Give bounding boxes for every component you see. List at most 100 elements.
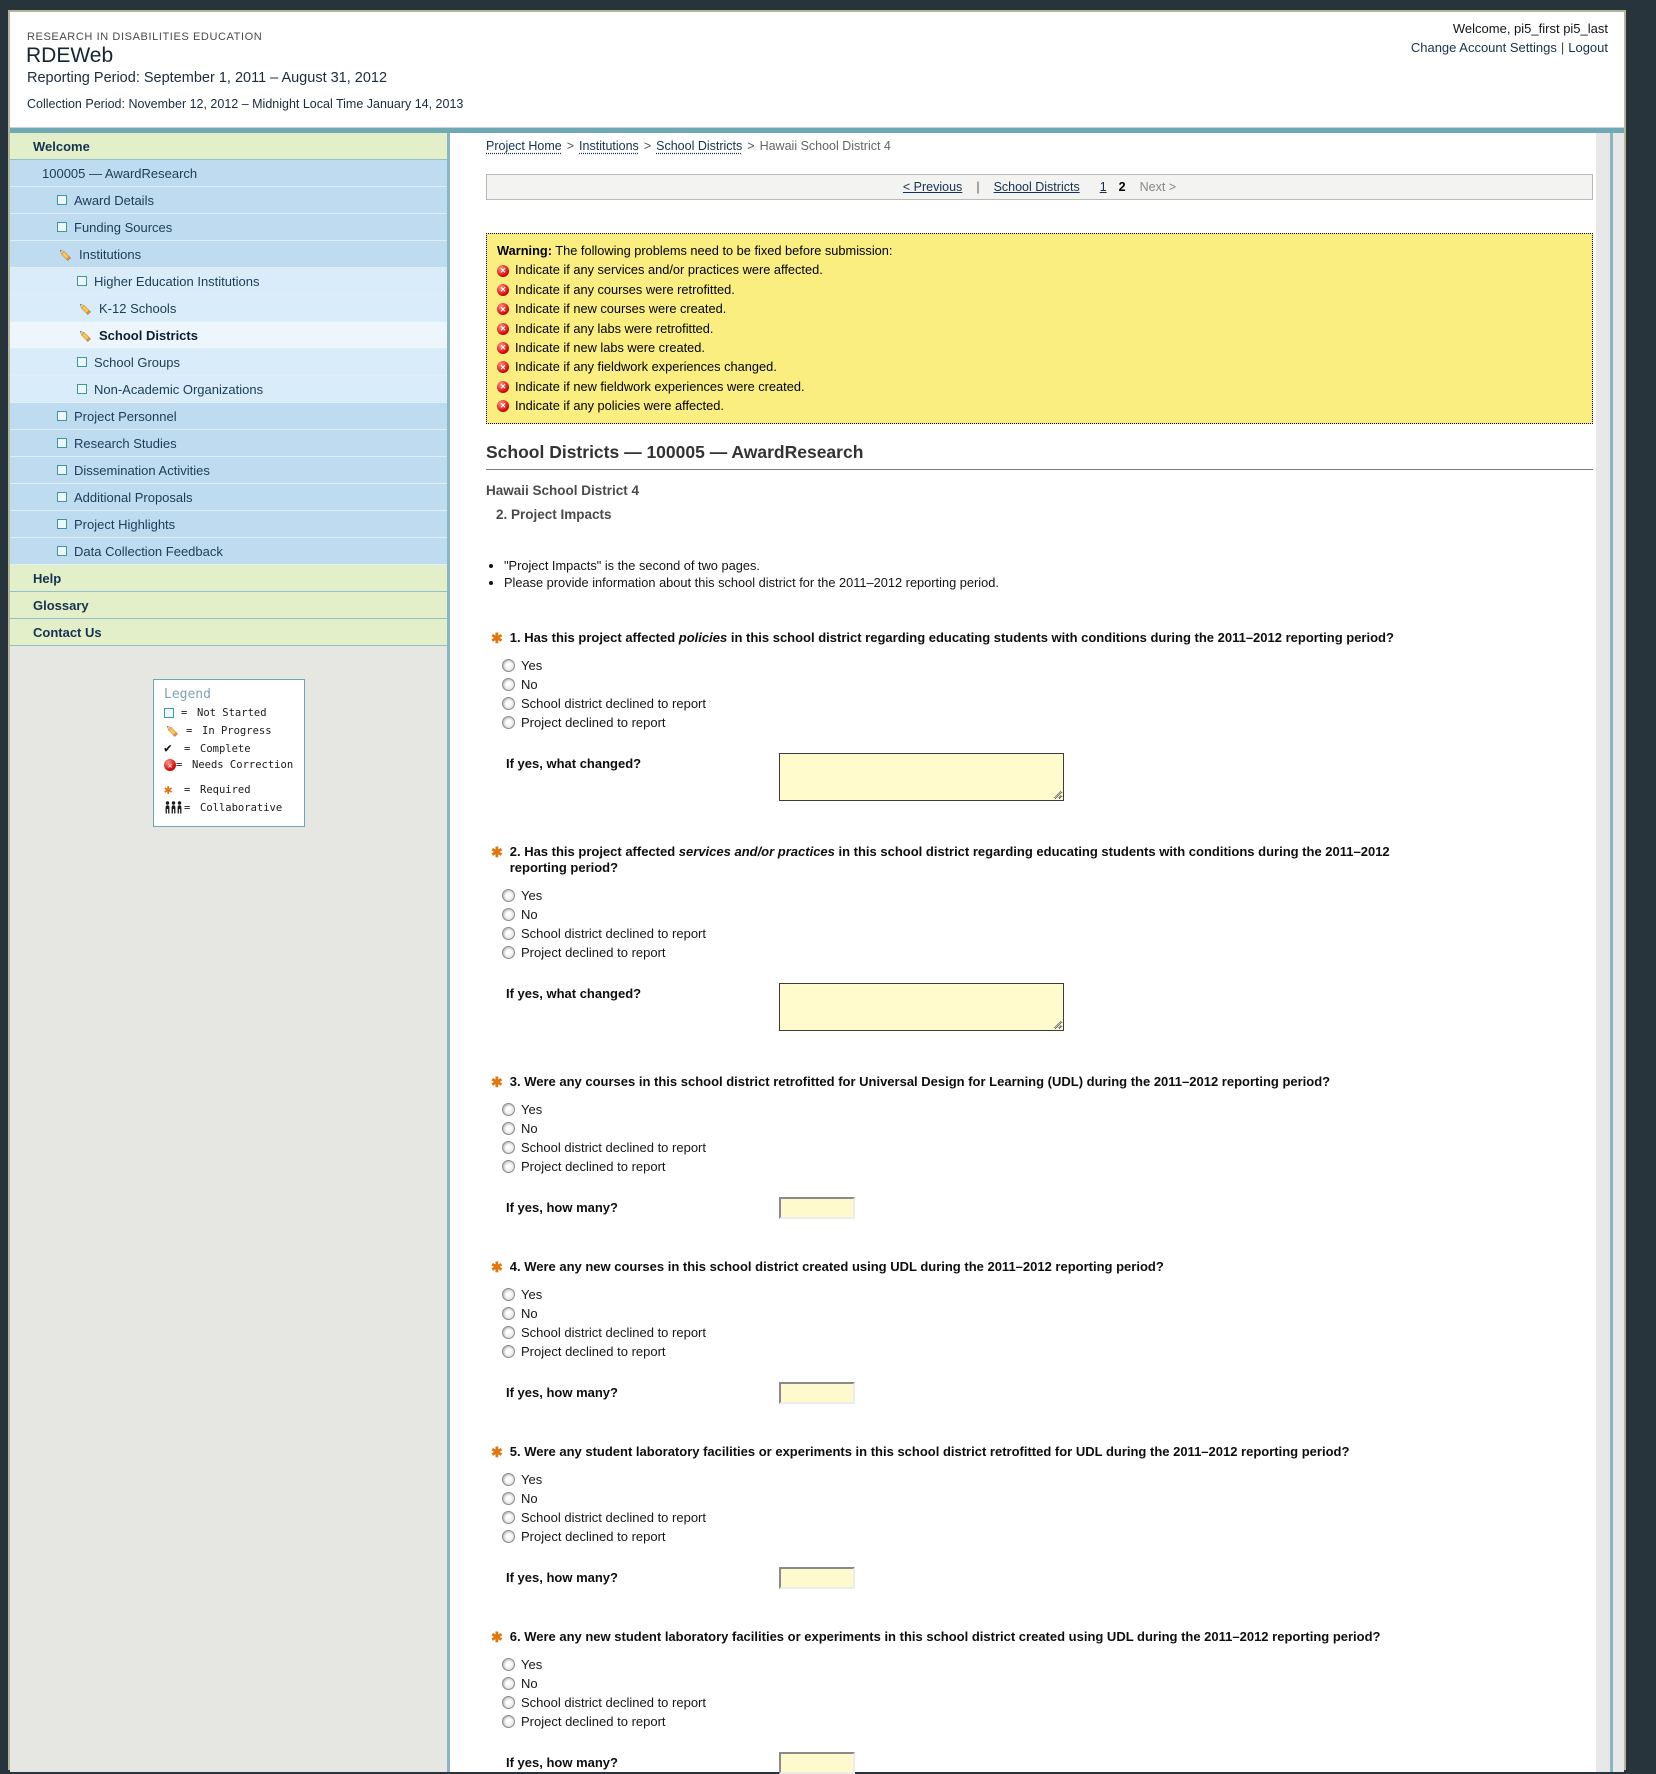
radio-button-icon[interactable] [502,715,515,729]
sidebar-item-additional-proposals[interactable]: Additional Proposals [10,484,447,511]
radio-button-icon[interactable] [502,1491,515,1505]
sidebar-item-data-collection-feedback[interactable]: Data Collection Feedback [10,538,447,565]
q5-how-many-input[interactable] [779,1567,855,1590]
q5-radio-project-declined-to-report[interactable]: Project declined to report [502,1529,1596,1544]
sidebar-item-label: Help [33,570,62,586]
q1-radio-project-declined-to-report[interactable]: Project declined to report [502,715,1596,730]
q2-radio-no[interactable]: No [502,907,1596,922]
radio-button-icon[interactable] [502,1529,515,1543]
legend-box: Legend = Not Started = In Progress ✔ = Complet… [153,679,305,827]
sidebar-item-project-highlights[interactable]: Project Highlights [10,511,447,538]
pagination-group-link[interactable]: School Districts [994,180,1080,194]
q5-radio-no[interactable]: No [502,1491,1596,1506]
q2-radio-project-declined-to-report[interactable]: Project declined to report [502,945,1596,960]
q6-radio-yes[interactable]: Yes [502,1657,1596,1672]
previous-page-link[interactable]: < Previous [903,180,962,194]
sidebar-item-higher-education-institutions[interactable]: Higher Education Institutions [10,268,447,295]
radio-button-icon[interactable] [502,1695,515,1709]
q3-radio-yes[interactable]: Yes [502,1102,1596,1117]
q2-radio-school-district-declined-to-report[interactable]: School district declined to report [502,926,1596,941]
q5-radio-school-district-declined-to-report[interactable]: School district declined to report [502,1509,1596,1525]
question-heading: ✱ 2. Has this project affected services … [486,844,1596,876]
breadcrumb-project-home[interactable]: Project Home [486,139,562,153]
sidebar-item-research-studies[interactable]: Research Studies [10,430,447,457]
q3-radio-school-district-declined-to-report[interactable]: School district declined to report [502,1140,1596,1155]
q2-radio-yes[interactable]: Yes [502,888,1596,903]
warning-item-text: Indicate if new labs were created. [515,339,705,355]
change-account-settings-link[interactable]: Change Account Settings [1411,40,1557,55]
radio-button-icon[interactable] [502,1287,515,1301]
q3-radio-project-declined-to-report[interactable]: Project declined to report [502,1159,1596,1174]
in-progress-pencil-icon [57,247,72,262]
sidebar-item-contact-us[interactable]: Contact Us [10,619,447,646]
radio-option-label: School district declined to report [521,1509,706,1525]
q6-radio-no[interactable]: No [502,1676,1596,1691]
radio-button-icon[interactable] [502,1306,515,1320]
q1-what-changed-textarea[interactable] [779,753,1064,802]
q6-radio-school-district-declined-to-report[interactable]: School district declined to report [502,1695,1596,1710]
sidebar-item-k-12-schools[interactable]: K-12 Schools [10,295,447,322]
radio-button-icon[interactable] [502,1121,515,1135]
q4-radio-school-district-declined-to-report[interactable]: School district declined to report [502,1325,1596,1340]
sidebar-item-project-personnel[interactable]: Project Personnel [10,403,447,430]
q6-how-many-input[interactable] [779,1752,855,1774]
sidebar-item-glossary[interactable]: Glossary [10,592,447,619]
radio-button-icon[interactable] [502,907,515,921]
q4-radio-yes[interactable]: Yes [502,1287,1596,1302]
sidebar-item-school-districts[interactable]: School Districts [10,322,447,349]
page-number-2: 2 [1118,180,1126,194]
q1-radio-no[interactable]: No [502,677,1596,692]
radio-button-icon[interactable] [502,658,515,672]
radio-button-icon[interactable] [502,888,515,902]
radio-button-icon[interactable] [502,696,515,710]
radio-button-icon[interactable] [502,945,515,959]
sidebar-item-welcome[interactable]: Welcome [10,133,447,160]
q3-how-many-input[interactable] [779,1197,855,1220]
sidebar-item-award-details[interactable]: Award Details [10,187,447,214]
radio-button-icon[interactable] [502,1472,515,1486]
sidebar-item-dissemination-activities[interactable]: Dissemination Activities [10,457,447,484]
collaborative-people-icon [164,801,184,814]
radio-button-icon[interactable] [502,1344,515,1358]
sidebar-item-non-academic-organizations[interactable]: Non-Academic Organizations [10,376,447,403]
radio-button-icon[interactable] [502,1657,515,1671]
q1-radio-yes[interactable]: Yes [502,658,1596,673]
q1-radio-school-district-declined-to-report[interactable]: School district declined to report [502,696,1596,711]
q4-radio-project-declined-to-report[interactable]: Project declined to report [502,1344,1596,1359]
warning-header: Warning: The following problems need to … [497,243,1582,259]
q5-radio-yes[interactable]: Yes [502,1472,1596,1487]
radio-button-icon[interactable] [502,1102,515,1116]
sidebar-item-100005-awardresearch[interactable]: 100005 — AwardResearch [10,160,447,187]
sidebar-item-school-groups[interactable]: School Groups [10,349,447,376]
sidebar-item-label: Non-Academic Organizations [94,381,264,397]
radio-button-icon[interactable] [502,926,515,940]
right-gutter-outer [1613,133,1624,1772]
not-started-square-icon [57,222,67,232]
q4-how-many-input[interactable] [779,1382,855,1405]
breadcrumb-separator: > [643,139,652,153]
page-number-1[interactable]: 1 [1100,180,1107,194]
q2-what-changed-textarea[interactable] [779,983,1064,1032]
breadcrumb-school-districts[interactable]: School Districts [656,139,742,153]
legend-equals: = [176,759,183,771]
q4-radio-no[interactable]: No [502,1306,1596,1321]
sidebar-item-help[interactable]: Help [10,565,447,592]
warning-box: Warning: The following problems need to … [486,233,1593,425]
radio-button-icon[interactable] [502,1510,515,1524]
note-item: Please provide information about this sc… [504,575,1596,590]
radio-button-icon[interactable] [502,1325,515,1339]
warning-item: Indicate if any courses were retrofitted… [497,282,1582,298]
radio-button-icon[interactable] [502,677,515,691]
sidebar-item-institutions[interactable]: Institutions [10,241,447,268]
q6-radio-project-declined-to-report[interactable]: Project declined to report [502,1714,1596,1729]
breadcrumb-hawaii-school-district-4: Hawaii School District 4 [759,139,891,153]
radio-button-icon[interactable] [502,1714,515,1728]
radio-button-icon[interactable] [502,1159,515,1173]
q3-radio-no[interactable]: No [502,1121,1596,1136]
breadcrumb-institutions[interactable]: Institutions [579,139,639,153]
question-heading: ✱ 4. Were any new courses in this school… [486,1259,1596,1275]
sidebar-item-funding-sources[interactable]: Funding Sources [10,214,447,241]
radio-button-icon[interactable] [502,1140,515,1154]
radio-button-icon[interactable] [502,1676,515,1690]
logout-link[interactable]: Logout [1568,40,1608,55]
